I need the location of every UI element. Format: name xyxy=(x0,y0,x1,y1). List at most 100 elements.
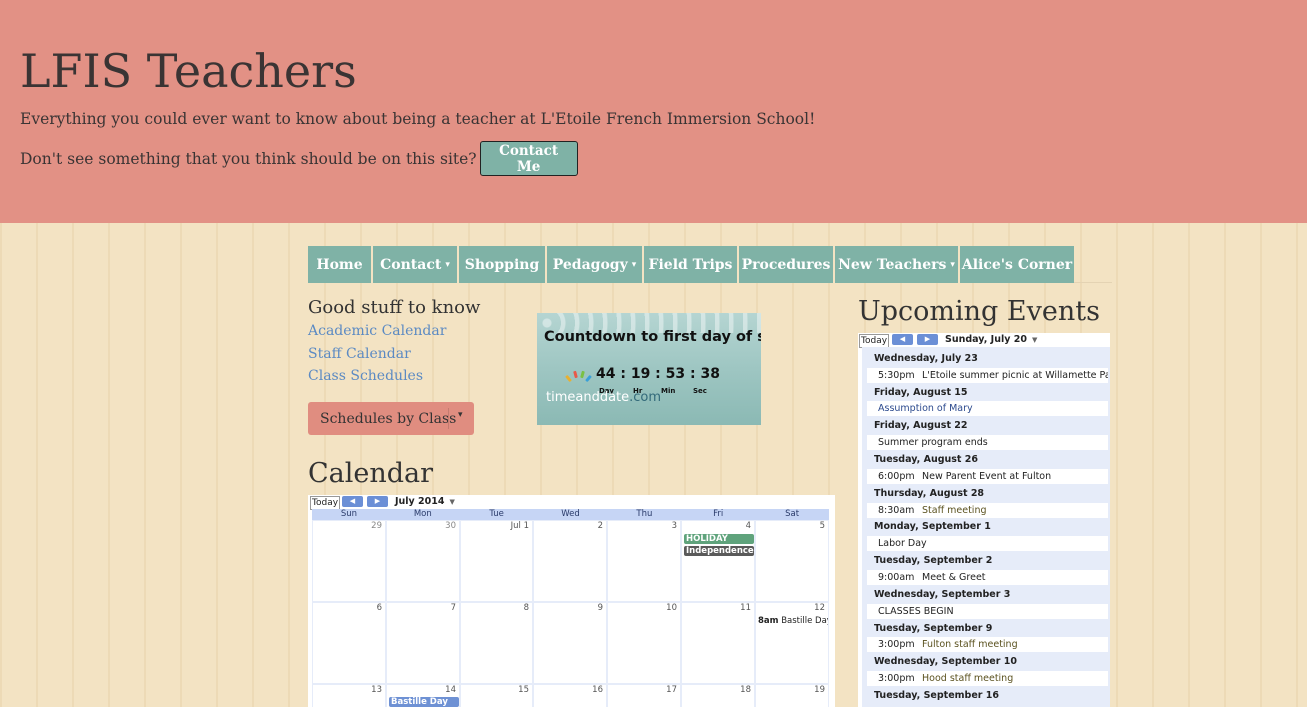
weekday-label: Sun xyxy=(340,509,358,519)
day-cell[interactable]: 19 xyxy=(756,685,828,707)
day-number: 11 xyxy=(740,603,751,613)
countdown-widget[interactable]: Countdown to first day of school 44 : 19… xyxy=(537,313,761,425)
agenda-event[interactable]: CLASSES BEGIN xyxy=(867,604,1108,619)
day-number: 19 xyxy=(814,685,825,695)
nav-alices-corner[interactable]: Alice's Corner xyxy=(960,246,1074,283)
day-cell[interactable]: 12 8am Bastille Day xyxy=(756,603,828,683)
day-cell[interactable]: 2 xyxy=(534,521,606,601)
day-cell[interactable]: 8 xyxy=(461,603,532,683)
site-title[interactable]: LFIS Teachers xyxy=(20,44,357,98)
day-number: 30 xyxy=(445,521,456,531)
day-number: 2 xyxy=(597,521,603,531)
day-number: 9 xyxy=(597,603,603,613)
logo-ray-icon xyxy=(565,374,572,383)
agenda-event[interactable]: 3:00pm Hood staff meeting xyxy=(867,671,1108,686)
nav-pedagogy[interactable]: Pedagogy ▾ xyxy=(547,246,642,283)
agenda-event[interactable]: 6:00pm New Parent Event at Fulton xyxy=(867,469,1108,484)
event-time: 8:30am xyxy=(878,505,915,516)
upcoming-events-agenda: Today ◀ ▶ Sunday, July 20 ▼ Wednesday, Ju… xyxy=(858,333,1110,707)
event-title: Labor Day xyxy=(878,538,927,549)
nav-home[interactable]: Home xyxy=(308,246,371,283)
agenda-event[interactable]: 8:30am Staff meeting xyxy=(867,503,1108,518)
event-title: Meet & Greet xyxy=(922,572,986,583)
nav-field-trips[interactable]: Field Trips xyxy=(644,246,737,283)
day-number: 29 xyxy=(371,521,382,531)
independence-event[interactable]: Independence xyxy=(684,546,754,556)
holiday-event[interactable]: HOLIDAY xyxy=(684,534,754,544)
day-cell[interactable]: 5 xyxy=(756,521,828,601)
event-time: 9:00am xyxy=(878,572,915,583)
nav-label: Pedagogy xyxy=(552,256,628,273)
bastille-day-event[interactable]: Bastille Day xyxy=(389,697,459,707)
day-cell[interactable]: 4 HOLIDAY Independence xyxy=(682,521,754,601)
site-header: LFIS Teachers Everything you could ever … xyxy=(0,0,1307,223)
agenda-event[interactable]: 3:00pm Fulton staff meeting xyxy=(867,637,1108,652)
agenda-list: Wednesday, July 23 5:30pm L'Etoile summer… xyxy=(862,347,1110,707)
schedules-by-class-button[interactable]: Schedules by Class ▾ xyxy=(308,402,474,435)
day-cell[interactable]: 30 xyxy=(387,521,459,601)
prev-month-icon[interactable]: ◀ xyxy=(342,496,363,507)
day-cell[interactable]: 18 xyxy=(682,685,754,707)
month-grid: 29 30 Jul 1 2 3 4 HOLIDAY Independence 5… xyxy=(312,520,829,707)
weekday-label: Wed xyxy=(561,509,580,519)
good-stuff-heading: Good stuff to know xyxy=(308,297,481,318)
prev-icon[interactable]: ◀ xyxy=(892,334,913,345)
agenda-event[interactable]: Summer program ends xyxy=(867,435,1108,450)
contact-me-button[interactable]: Contact Me xyxy=(479,141,578,176)
day-cell[interactable]: 16 xyxy=(534,685,606,707)
schedules-by-class-label: Schedules by Class xyxy=(320,410,457,427)
button-divider xyxy=(448,408,449,429)
today-button[interactable]: Today xyxy=(859,334,890,348)
nav-contact[interactable]: Contact ▾ xyxy=(373,246,457,283)
class-schedules-link[interactable]: Class Schedules xyxy=(308,368,423,384)
chevron-down-icon[interactable]: ▾ xyxy=(458,410,463,420)
day-cell[interactable]: 9 xyxy=(534,603,606,683)
agenda-event[interactable]: 9:00am Meet & Greet xyxy=(867,570,1108,585)
staff-calendar-link[interactable]: Staff Calendar xyxy=(308,346,411,362)
timeanddate-logo[interactable]: timeanddate.com xyxy=(546,390,661,405)
day-cell[interactable]: 6 xyxy=(313,603,385,683)
logo-ray-icon xyxy=(580,370,585,379)
day-number: 3 xyxy=(671,521,677,531)
month-selector[interactable]: July 2014 ▼ xyxy=(395,495,455,509)
day-number: 15 xyxy=(518,685,529,695)
event-time: 3:00pm xyxy=(878,673,915,684)
weekday-label: Sat xyxy=(785,509,800,519)
agenda-event[interactable]: Assumption of Mary xyxy=(867,401,1108,416)
next-icon[interactable]: ▶ xyxy=(917,334,938,345)
logo-ray-icon xyxy=(585,374,592,383)
day-cell[interactable]: 17 xyxy=(608,685,680,707)
day-cell[interactable]: 15 xyxy=(461,685,532,707)
event-time: 8am xyxy=(758,616,779,626)
nav-shopping[interactable]: Shopping xyxy=(459,246,545,283)
day-cell[interactable]: 7 xyxy=(387,603,459,683)
day-cell[interactable]: 14 Bastille Day xyxy=(387,685,459,707)
event-title: Summer program ends xyxy=(878,437,988,448)
day-cell[interactable]: 29 xyxy=(313,521,385,601)
day-cell[interactable]: 11 xyxy=(682,603,754,683)
date-selector[interactable]: Sunday, July 20 ▼ xyxy=(945,333,1037,347)
day-cell[interactable]: 13 xyxy=(313,685,385,707)
agenda-event[interactable]: Labor Day xyxy=(867,536,1108,551)
unit-min: Min xyxy=(661,387,676,395)
day-cell[interactable]: 3 xyxy=(608,521,680,601)
academic-calendar-link[interactable]: Academic Calendar xyxy=(308,323,446,339)
next-month-icon[interactable]: ▶ xyxy=(367,496,388,507)
agenda-date-header: Thursday, August 28 xyxy=(874,488,985,499)
event-title: Bastille Day xyxy=(781,616,828,626)
agenda-event[interactable]: 5:30pm L'Etoile summer picnic at Willamet… xyxy=(867,368,1108,383)
weekday-label: Tue xyxy=(489,509,504,519)
event-title: New Parent Event at Fulton xyxy=(922,471,1052,482)
nav-procedures[interactable]: Procedures xyxy=(739,246,833,283)
nav-label: Home xyxy=(316,256,363,273)
today-button[interactable]: Today xyxy=(310,496,341,510)
contact-prompt: Don't see something that you think shoul… xyxy=(20,149,477,168)
agenda-date-header: Wednesday, September 10 xyxy=(874,656,1017,667)
brand-part: .com xyxy=(629,390,662,405)
bastille-timed-event[interactable]: 8am Bastille Day xyxy=(758,616,828,626)
weekday-label: Mon xyxy=(413,509,432,519)
nav-new-teachers[interactable]: New Teachers ▾ xyxy=(835,246,958,283)
day-cell[interactable]: 10 xyxy=(608,603,680,683)
day-cell[interactable]: Jul 1 xyxy=(461,521,532,601)
countdown-time: 44 : 19 : 53 : 38 xyxy=(596,366,720,382)
